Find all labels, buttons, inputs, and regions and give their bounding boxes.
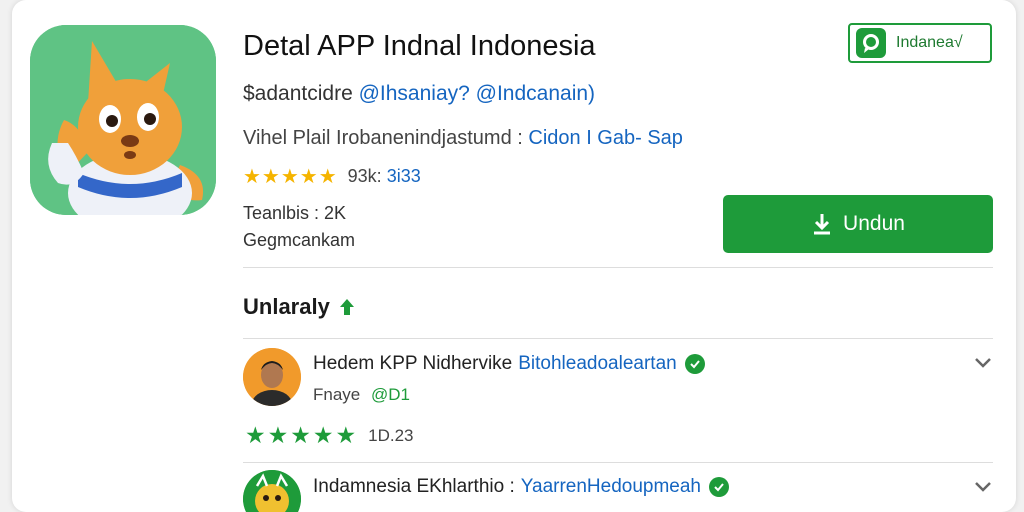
download-button[interactable]: Undun <box>723 195 993 253</box>
app-detail-card: Detal APP Indnal Indonesia $adantcidre @… <box>12 0 1016 512</box>
review-author-name: Indamnesia EKhlarthio : <box>313 476 515 497</box>
review-author-name: Hedem KPP Nidhervike <box>313 353 513 374</box>
developer-handle-link[interactable]: @Ihsaniay? @Indcanain) <box>359 82 595 105</box>
kangaroo-mascot-icon <box>30 25 216 215</box>
avatar[interactable] <box>243 470 301 512</box>
avatar[interactable] <box>243 348 301 406</box>
review-author-link[interactable]: Bitohleadoaleartan <box>518 353 676 375</box>
developer-line: $adantcidre @Ihsaniay? @Indcanain) <box>243 82 595 106</box>
meta-label: Vihel Plail Irobanenindjastumd : <box>243 127 523 149</box>
badge-label: Indanea√ <box>896 34 963 51</box>
rating-count-wrap: 93k: 3i33 <box>348 166 421 187</box>
reviewer-avatar-icon <box>243 470 301 512</box>
review-stars: ★★★★★ <box>245 422 359 448</box>
review-date: 1D.23 <box>368 425 414 445</box>
rating-stars: ★★★★★ <box>243 166 338 188</box>
review-sub-value: @D1 <box>370 385 410 404</box>
review-author: Hedem KPP Nidhervike Bitohleadoaleartan <box>313 353 705 375</box>
badge-button[interactable]: Indanea√ <box>848 23 992 63</box>
info-line-2: Gegmcankam <box>243 230 356 250</box>
developer-label: $adantcidre <box>243 82 353 105</box>
review-subline: Fnaye @D1 <box>313 385 410 405</box>
meta-link[interactable]: Cidon I Gab- Sap <box>528 127 683 149</box>
chat-bubble-icon <box>856 28 886 58</box>
rating-count: 93k: <box>347 166 382 186</box>
review-sub-label: Fnaye <box>313 385 361 404</box>
divider <box>243 338 993 339</box>
download-arrow-icon <box>811 212 833 236</box>
app-icon <box>30 25 216 215</box>
chevron-down-icon[interactable] <box>974 481 992 493</box>
info-line-1: Teanlbis : 2K <box>243 203 347 223</box>
app-title: Detal APP Indnal Indonesia <box>243 30 596 62</box>
divider <box>243 462 993 463</box>
reviewer-avatar-icon <box>243 348 301 406</box>
section-header: Unlaraly <box>243 294 356 320</box>
download-label: Undun <box>843 212 905 235</box>
arrow-up-icon <box>338 297 356 317</box>
verified-check-icon <box>684 354 705 374</box>
chevron-down-icon[interactable] <box>974 357 992 369</box>
rating-value: 3i33 <box>386 166 421 186</box>
review-author-link[interactable]: YaarrenHedoupmeah <box>521 476 701 498</box>
review-author: Indamnesia EKhlarthio : YaarrenHedoupmea… <box>313 476 730 498</box>
section-title: Unlaraly <box>243 294 330 319</box>
meta-line: Vihel Plail Irobanenindjastumd : Cidon I… <box>243 127 683 150</box>
review-rating: ★★★★★ 1D.23 <box>245 422 413 449</box>
verified-check-icon <box>709 477 730 497</box>
app-rating: ★★★★★ 93k: 3i33 <box>243 164 421 189</box>
divider <box>243 267 993 268</box>
